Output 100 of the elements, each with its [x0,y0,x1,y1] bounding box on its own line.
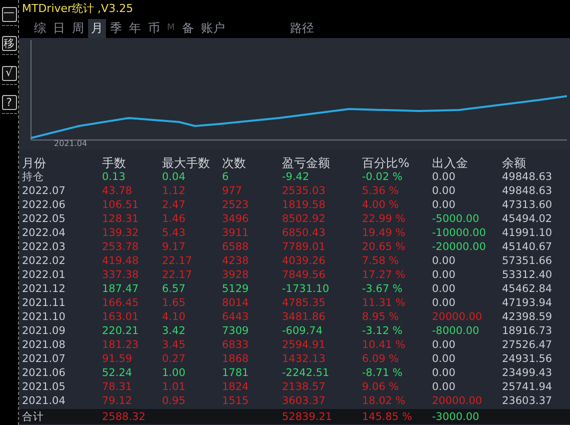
table-cell-text: -3.12 % [362,325,404,337]
table-cell: 52839.21 [282,410,332,422]
table-cell-text: 128.31 [102,213,140,225]
tab[interactable]: 月 [88,18,106,38]
table-cell-text: 18.02 % [362,395,406,407]
tab[interactable]: 年 [126,18,144,38]
table-cell-text: -5000.00 [432,213,480,225]
table-cell-text: 0.00 [432,297,456,309]
table-cell-text: 5.43 [162,227,186,239]
table-cell-text: -0.02 % [362,171,404,183]
tab[interactable]: 币 [145,18,163,38]
table-cell-text: 6.09 % [362,353,400,365]
table-cell-text: -8.71 % [362,367,404,379]
table-cell-text: 6850.43 [282,227,326,239]
table-cell-text: 2022.02 [22,255,66,267]
table-cell-text: 220.21 [102,325,140,337]
table-cell-text: 47313.60 [502,199,554,211]
tab[interactable]: 日 [50,18,68,38]
tab[interactable]: 账户 [198,18,228,38]
table-cell-text: 41991.10 [502,227,554,239]
table-cell-text: 22.17 [162,255,194,267]
table-cell-text: 0.00 [432,367,456,379]
table-cell-text: 1515 [222,395,250,407]
table-cell-text: -10000.00 [432,227,487,239]
table-cell-text: 0.95 [162,395,186,407]
table-cell-text: 7789.01 [282,241,326,253]
table-cell-text: 22.17 [162,269,194,281]
side-button[interactable]: 移 [2,36,16,51]
table-cell-text: 52.24 [102,367,134,379]
table-cell-text: 139.32 [102,227,140,239]
table-cell-text: 187.47 [102,283,140,295]
table-cell-text: 2021.11 [22,297,66,309]
table-cell-text: 2021.08 [22,339,66,351]
table-cell-text: 1824 [222,381,250,393]
column-header: 手数 [102,155,127,172]
table-cell-text: 2022.01 [22,269,66,281]
table-cell-text: 3603.37 [282,395,326,407]
table-cell-text: 8014 [222,297,250,309]
column-header: 月份 [22,155,47,172]
table-cell-text: 2021.07 [22,353,66,365]
side-button[interactable]: √ [2,66,16,80]
table-cell-text: 977 [222,185,244,197]
table-cell-text: -20000.00 [432,241,487,253]
table-cell-text: 4.10 [162,311,186,323]
column-header: 盈亏金额 [282,155,331,172]
table-cell-text: 9.17 [162,241,186,253]
table-cell-text: 23499.43 [502,367,554,379]
table-cell-text: 2022.06 [22,199,66,211]
table-cell-text: 24931.56 [502,353,554,365]
side-button[interactable]: ? [2,95,16,110]
table-cell-text: 166.45 [102,297,140,309]
table-cell-text: 45140.67 [502,241,554,253]
table-cell-text: -609.74 [282,325,324,337]
table-cell-text: 2022.07 [22,185,66,197]
table-cell-text: 0.00 [432,255,456,267]
tab[interactable]: 季 [107,18,125,38]
side-button[interactable]: 一 [2,6,16,22]
table-cell-text: 7.58 % [362,255,400,267]
table-cell-text: 2535.03 [282,185,326,197]
table-cell-text: -8000.00 [432,325,480,337]
tab[interactable]: 综 [31,18,49,38]
tab[interactable]: 路径 [286,18,317,38]
table-cell-text: 181.23 [102,339,140,351]
tab[interactable]: 备 [178,18,197,38]
table-cell-text: 3.42 [162,325,186,337]
table-cell-text: 43.78 [102,185,134,197]
table-cell-text: 2021.10 [22,311,66,323]
table-cell-text: 4238 [222,255,250,267]
table-cell-text: 6588 [222,241,250,253]
table-cell-text: 8502.92 [282,213,326,225]
window-title: MTDriver统计 ,V3.25 [19,0,570,18]
table-cell-text: 419.48 [102,255,140,267]
table-cell-text: 1781 [222,367,250,379]
table-cell-text: 1868 [222,353,250,365]
table-cell-text: 49848.63 [502,185,554,197]
axis-label: 2021.04 [54,139,88,148]
table-cell-text: 45462.84 [502,283,554,295]
table-cell-text: 7849.56 [282,269,326,281]
table-cell-text: 2022.05 [22,213,66,225]
table-cell-text: -2242.51 [282,367,330,379]
table-cell-text: 0.04 [162,171,186,183]
table-cell-text: 1432.13 [282,353,326,365]
tab[interactable]: 周 [69,18,87,38]
table-cell-text: 2021.06 [22,367,66,379]
table-cell-text: 2523 [222,199,250,211]
table-cell-text: 45494.02 [502,213,554,225]
table-cell-text: 2022.04 [22,227,66,239]
table-cell-text: 2594.91 [282,339,326,351]
table-cell-text: 1.46 [162,213,186,225]
table-cell-text: 持仓 [22,170,45,184]
table-cell-text: 1.65 [162,297,186,309]
table-cell-text: 0.00 [432,269,456,281]
table-cell-text: 6 [222,171,230,183]
table-cell-text: 0.00 [432,353,456,365]
table-cell-text: 2021.12 [22,283,66,295]
table-cell-text: 2022.03 [22,241,66,253]
table-cell-text: 0.27 [162,353,186,365]
table-cell-text: 0.13 [102,171,126,183]
table-cell-text: 20000.00 [432,395,484,407]
table-cell-text: 91.59 [102,353,134,365]
